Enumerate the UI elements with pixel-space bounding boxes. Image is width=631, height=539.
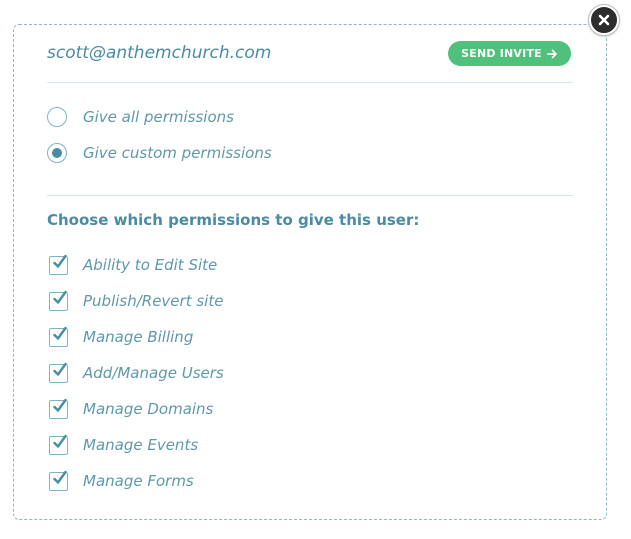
checkbox[interactable] bbox=[49, 398, 68, 419]
close-icon bbox=[598, 14, 610, 26]
checkbox[interactable] bbox=[49, 290, 68, 311]
permission-manage-users[interactable]: Add/Manage Users bbox=[47, 362, 224, 384]
permission-manage-events[interactable]: Manage Events bbox=[47, 434, 198, 456]
checkbox-label: Ability to Edit Site bbox=[83, 256, 218, 274]
checkmark-icon bbox=[53, 470, 67, 484]
checkbox[interactable] bbox=[49, 254, 68, 275]
arrow-right-icon bbox=[546, 49, 558, 59]
radio-label: Give custom permissions bbox=[83, 144, 272, 162]
permission-manage-billing[interactable]: Manage Billing bbox=[47, 326, 193, 348]
permission-manage-forms[interactable]: Manage Forms bbox=[47, 470, 194, 492]
checkbox[interactable] bbox=[49, 470, 68, 491]
radio-label: Give all permissions bbox=[83, 108, 234, 126]
checkmark-icon bbox=[53, 434, 67, 448]
checkmark-icon bbox=[53, 254, 67, 268]
checkbox-label: Publish/Revert site bbox=[83, 292, 224, 310]
checkbox-label: Manage Events bbox=[83, 436, 199, 454]
permission-publish-revert[interactable]: Publish/Revert site bbox=[47, 290, 223, 312]
close-button[interactable] bbox=[589, 5, 619, 35]
send-invite-label: SEND INVITE bbox=[461, 47, 542, 60]
checkbox-label: Manage Forms bbox=[83, 472, 194, 490]
permission-manage-domains[interactable]: Manage Domains bbox=[47, 398, 213, 420]
radio-give-all-permissions[interactable]: Give all permissions bbox=[47, 106, 234, 128]
radio-button[interactable] bbox=[47, 107, 67, 127]
divider bbox=[47, 195, 573, 196]
checkbox[interactable] bbox=[49, 434, 68, 455]
checkbox-label: Manage Billing bbox=[83, 328, 194, 346]
checkbox-label: Add/Manage Users bbox=[83, 364, 224, 382]
divider bbox=[47, 82, 573, 83]
radio-give-custom-permissions[interactable]: Give custom permissions bbox=[47, 142, 272, 164]
user-email: scott@anthemchurch.com bbox=[47, 43, 272, 63]
permissions-heading: Choose which permissions to give this us… bbox=[47, 211, 420, 229]
checkmark-icon bbox=[53, 398, 67, 412]
radio-dot bbox=[52, 148, 62, 158]
checkbox-label: Manage Domains bbox=[83, 400, 214, 418]
checkbox[interactable] bbox=[49, 362, 68, 383]
permission-edit-site[interactable]: Ability to Edit Site bbox=[47, 254, 217, 276]
checkmark-icon bbox=[53, 290, 67, 304]
checkmark-icon bbox=[53, 362, 67, 376]
checkbox[interactable] bbox=[49, 326, 68, 347]
checkmark-icon bbox=[53, 326, 67, 340]
radio-button-selected[interactable] bbox=[47, 143, 67, 163]
send-invite-button[interactable]: SEND INVITE bbox=[448, 41, 571, 66]
